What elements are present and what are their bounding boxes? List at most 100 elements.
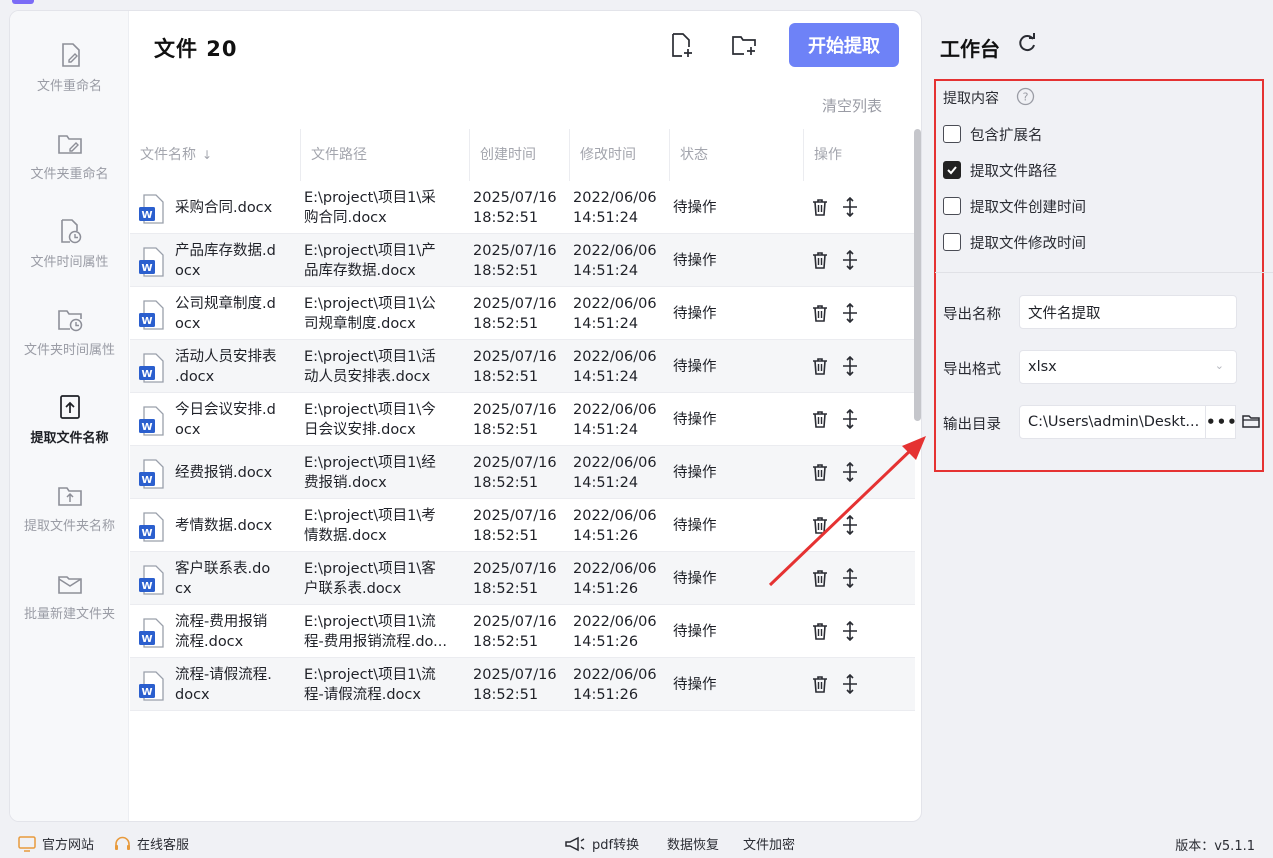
status-cell-text: 待操作 xyxy=(673,358,717,375)
help-icon[interactable]: ? xyxy=(1016,87,1035,106)
file-path-cell: E:\project\项目1\流 程-费用报销流程.do... xyxy=(304,605,469,658)
sidebar-item-label: 文件重命名 xyxy=(36,79,102,94)
table-row[interactable]: W 客户联系表.do cx E:\project\项目1\客 户联系表.docx 20… xyxy=(130,552,915,605)
drag-move-icon[interactable] xyxy=(840,409,860,429)
output-dir-field[interactable]: C:\Users\admin\Deskt... xyxy=(1019,405,1206,439)
status-cell-text: 待操作 xyxy=(673,676,717,693)
scrollbar-thumb[interactable] xyxy=(914,129,921,421)
table-row[interactable]: W 采购合同.docx E:\project\项目1\采 购合同.docx 2025/… xyxy=(130,181,915,234)
file-encrypt-link[interactable]: 文件加密 xyxy=(743,834,795,853)
pdf-convert-link[interactable]: pdf转换 xyxy=(564,834,639,853)
open-folder-icon[interactable] xyxy=(1241,411,1261,431)
export-name-label: 导出名称 xyxy=(943,307,1001,323)
table-row[interactable]: W 考情数据.docx E:\project\项目1\考 情数据.docx 2025/… xyxy=(130,499,915,552)
file-name-cell: 今日会议安排.d ocx xyxy=(175,393,300,446)
table-row[interactable]: W 流程-费用报销 流程.docx E:\project\项目1\流 程-费用报销流… xyxy=(130,605,915,658)
drag-move-icon[interactable] xyxy=(840,621,860,641)
sidebar-item-label: 文件夹时间属性 xyxy=(23,343,115,358)
svg-text:W: W xyxy=(141,475,152,486)
checkbox[interactable] xyxy=(943,125,961,143)
table-row[interactable]: W 活动人员安排表 .docx E:\project\项目1\活 动人员安排表.do… xyxy=(130,340,915,393)
checkbox-checked[interactable] xyxy=(943,161,961,179)
table-row[interactable]: W 公司规章制度.d ocx E:\project\项目1\公 司规章制度.docx… xyxy=(130,287,915,340)
delete-icon[interactable] xyxy=(810,197,830,217)
delete-icon[interactable] xyxy=(810,515,830,535)
main-card: 文件重命名 文件夹重命名 文件时间属性 文件夹时间属性 提取文件名称 提取文件夹… xyxy=(9,10,922,822)
drag-move-icon[interactable] xyxy=(840,674,860,694)
file-path-cell-text: E:\project\项目1\经 费报销.docx xyxy=(304,454,436,491)
option-extract-created-time[interactable]: 提取文件创建时间 xyxy=(943,195,1086,217)
export-format-select[interactable]: xlsx ⌄ xyxy=(1019,350,1237,384)
output-dir-label: 输出目录 xyxy=(943,417,1001,433)
sort-down-icon[interactable]: ↓ xyxy=(202,148,212,162)
svg-text:W: W xyxy=(141,634,152,645)
status-cell-text: 待操作 xyxy=(673,570,717,587)
app-logo xyxy=(12,0,34,4)
file-name-cell: 流程-请假流程. docx xyxy=(175,658,300,711)
drag-move-icon[interactable] xyxy=(840,303,860,323)
official-site-link[interactable]: 官方网站 xyxy=(18,834,94,853)
drag-move-icon[interactable] xyxy=(840,197,860,217)
sidebar-item-extract-folder-names[interactable]: 提取文件夹名称 xyxy=(10,481,129,561)
delete-icon[interactable] xyxy=(810,303,830,323)
export-name-input[interactable] xyxy=(1028,304,1236,320)
add-folder-icon[interactable] xyxy=(730,31,758,59)
export-name-field[interactable] xyxy=(1019,295,1237,329)
drag-move-icon[interactable] xyxy=(840,568,860,588)
option-extract-path[interactable]: 提取文件路径 xyxy=(943,159,1057,181)
delete-icon[interactable] xyxy=(810,356,830,376)
delete-icon[interactable] xyxy=(810,462,830,482)
table-row[interactable]: W 流程-请假流程. docx E:\project\项目1\流 程-请假流程.do… xyxy=(130,658,915,711)
file-path-cell-text: E:\project\项目1\客 户联系表.docx xyxy=(304,560,436,597)
delete-icon[interactable] xyxy=(810,250,830,270)
delete-icon[interactable] xyxy=(810,409,830,429)
word-doc-icon: W xyxy=(139,618,164,648)
delete-icon[interactable] xyxy=(810,621,830,641)
checkbox[interactable] xyxy=(943,233,961,251)
table-row[interactable]: W 今日会议安排.d ocx E:\project\项目1\今 日会议安排.docx… xyxy=(130,393,915,446)
created-time-cell: 2025/07/16 18:52:51 xyxy=(473,499,571,552)
svg-text:W: W xyxy=(141,263,152,274)
delete-icon[interactable] xyxy=(810,568,830,588)
browse-dots-button[interactable]: ••• xyxy=(1206,405,1237,439)
table-row[interactable]: W 经费报销.docx E:\project\项目1\经 费报销.docx 2025/… xyxy=(130,446,915,499)
delete-icon[interactable] xyxy=(810,674,830,694)
file-path-cell-text: E:\project\项目1\今 日会议安排.docx xyxy=(304,401,436,438)
option-extract-modified-time[interactable]: 提取文件修改时间 xyxy=(943,231,1086,253)
column-header-path: 文件路径 xyxy=(300,129,468,181)
svg-text:W: W xyxy=(141,210,152,221)
modified-time-cell-text: 2022/06/06 14:51:26 xyxy=(573,560,657,597)
add-file-icon[interactable] xyxy=(667,31,695,59)
drag-move-icon[interactable] xyxy=(840,462,860,482)
sidebar-item-label: 文件夹重命名 xyxy=(30,167,109,182)
created-time-cell: 2025/07/16 18:52:51 xyxy=(473,446,571,499)
start-extract-button[interactable]: 开始提取 xyxy=(789,23,899,67)
sidebar-item-folder-time[interactable]: 文件夹时间属性 xyxy=(10,305,129,385)
online-service-link[interactable]: 在线客服 xyxy=(114,834,189,853)
file-name-cell-text: 采购合同.docx xyxy=(175,199,273,216)
checkbox[interactable] xyxy=(943,197,961,215)
table-row[interactable]: W 产品库存数据.d ocx E:\project\项目1\产 品库存数据.docx… xyxy=(130,234,915,287)
drag-move-icon[interactable] xyxy=(840,356,860,376)
option-include-extension[interactable]: 包含扩展名 xyxy=(943,123,1043,145)
sidebar-item-folder-rename[interactable]: 文件夹重命名 xyxy=(10,129,129,209)
sidebar-item-file-rename[interactable]: 文件重命名 xyxy=(10,41,129,121)
created-time-cell-text: 2025/07/16 18:52:51 xyxy=(473,401,557,438)
data-recovery-link[interactable]: 数据恢复 xyxy=(667,834,719,853)
file-name-cell: 客户联系表.do cx xyxy=(175,552,300,605)
refresh-icon[interactable] xyxy=(1016,32,1038,54)
column-header-name[interactable]: 文件名称 ↓ xyxy=(130,129,300,181)
file-edit-icon xyxy=(61,43,80,67)
sidebar-item-extract-file-names[interactable]: 提取文件名称 xyxy=(10,393,129,473)
word-doc-icon: W xyxy=(139,459,164,489)
sidebar-item-file-time[interactable]: 文件时间属性 xyxy=(10,217,129,297)
megaphone-icon xyxy=(565,836,585,851)
sidebar-item-batch-new-folder[interactable]: 批量新建文件夹 xyxy=(10,569,129,649)
modified-time-cell-text: 2022/06/06 14:51:24 xyxy=(573,189,657,226)
modified-time-cell: 2022/06/06 14:51:24 xyxy=(573,287,671,340)
svg-text:W: W xyxy=(141,316,152,327)
drag-move-icon[interactable] xyxy=(840,515,860,535)
modified-time-cell: 2022/06/06 14:51:24 xyxy=(573,340,671,393)
drag-move-icon[interactable] xyxy=(840,250,860,270)
clear-list-link[interactable]: 清空列表 xyxy=(822,95,882,116)
